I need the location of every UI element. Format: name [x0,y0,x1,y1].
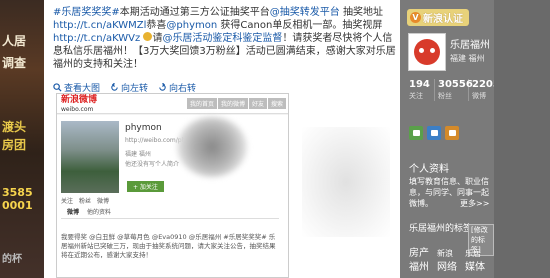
banner-phone-1: 3585 [2,186,33,199]
post-text-2: 抽奖地址 [339,7,383,18]
magnifier-icon [53,83,62,92]
tag-item[interactable]: 媒体 [465,262,485,274]
post-text-1: 本期活动通过第三方公证抽奖平台 [119,7,270,18]
verified-badge[interactable]: V 新浪认证 [407,9,469,26]
hashtag-link[interactable]: #乐居奖奖奖# [53,7,120,18]
stat-following[interactable]: 194 关注 [408,79,435,101]
embedded-screenshot-image[interactable]: 新浪微博 weibo.com 我的首页 我的微博 好友 搜索 phymon ht… [56,93,289,278]
profile-sidebar: V 新浪认证 乐居福州 福建 福州 194 关注 30556 粉丝 2205 微… [400,0,500,278]
embedded-nav-item: 搜索 [267,98,286,109]
embedded-follow-button: + 加关注 [127,181,164,192]
banner-phone-2: 0001 [2,199,33,212]
banner-text-1: 人居 [2,34,27,48]
weibo-logo-sub: weibo.com [61,106,94,113]
weibo-feed: #乐居奖奖奖#本期活动通过第三方公证抽奖平台@抽奖转发平台 抽奖地址 http:… [44,0,400,278]
page-background-right [494,0,550,278]
verified-v-icon: V [410,12,421,23]
embedded-count: 关注 [61,198,74,205]
embedded-description: 他还没有写个人简介 [125,161,180,168]
post-text-4: 获得Canon单反相机一部。抽奖视屏 [217,20,383,31]
profile-avatar[interactable] [408,33,446,71]
embedded-nav-item: 好友 [248,98,267,109]
video-link[interactable]: http://t.cn/aKWVz [53,33,140,44]
mention-phymon[interactable]: @phymon [166,20,217,31]
profile-location: 福建 福州 [450,54,485,63]
embedded-username: phymon [125,123,162,133]
stat-fans-label: 粉丝 [438,92,452,100]
banner-text-2: 调查 [2,56,27,70]
post-text-3: 恭喜 [146,20,167,31]
weibo-post-text: #乐居奖奖奖#本期活动通过第三方公证抽奖平台@抽奖转发平台 抽奖地址 http:… [53,6,397,71]
tags-list: 房产 新浪 乐居 福州 网络 媒体 [409,248,485,274]
embedded-nav-item: 我的首页 [186,98,217,109]
medal-green-icon[interactable] [409,126,423,140]
stat-fans-num: 30556 [438,79,473,90]
medal-orange-icon[interactable] [445,126,459,140]
user-photo [61,121,119,193]
banner-text-4: 房团 [2,138,27,152]
mention-supervision[interactable]: @乐居活动鉴定科鉴定监督 [162,33,282,44]
embedded-counts: 关注 粉丝 微博 [61,196,109,205]
rotate-left-icon [111,83,118,91]
lottery-link[interactable]: http://t.cn/aKWMZl [53,20,146,31]
verified-badge-label: 新浪认证 [423,14,463,25]
profile-name[interactable]: 乐居福州 [450,36,490,51]
embedded-tabs: 微博 他的资料 [61,207,279,219]
medal-icons [409,126,459,140]
tag-item[interactable]: 乐居 [465,248,485,260]
medal-blue-icon[interactable] [427,126,441,140]
tag-item[interactable]: 福州 [409,262,429,274]
post-text-5: 请 [152,33,163,44]
embedded-body: phymon http://weibo.com/phym 福建 福州 他还没有写… [57,115,288,277]
blurred-region [177,117,247,177]
blurred-area [302,127,390,237]
embedded-count: 粉丝 [79,198,92,205]
embedded-header: 新浪微博 weibo.com 我的首页 我的微博 好友 搜索 [57,94,288,114]
tag-item[interactable]: 网络 [437,262,457,274]
profile-stats: 194 关注 30556 粉丝 2205 微博 [408,79,500,101]
banner-text-7: 的杯 [2,254,22,265]
embedded-nav: 我的首页 我的微博 好友 搜索 [186,98,286,109]
stat-following-label: 关注 [409,92,423,100]
stat-following-num: 194 [409,79,430,90]
embedded-count: 微博 [97,198,110,205]
left-banner-ad[interactable]: 人居 调查 渡头 房团 3585 0001 的杯 [0,0,44,278]
weibo-logo: 新浪微博 weibo.com [61,96,97,114]
embedded-location: 福建 福州 [125,151,151,158]
rotate-right-icon [159,83,166,91]
banner-text-3: 渡头 [2,120,27,134]
stat-fans[interactable]: 30556 粉丝 [437,79,473,101]
screenshot-stage: 人居 调查 渡头 房团 3585 0001 的杯 #乐居奖奖奖#本期活动通过第三… [0,0,550,278]
tag-item[interactable]: 房产 [409,248,429,260]
mention-lottery-platform[interactable]: @抽奖转发平台 [270,7,340,18]
profile-section-heading: 个人资料 [409,164,449,175]
weibo-logo-text: 新浪微博 [61,95,98,105]
embedded-tab: 微博 [67,209,80,216]
avatar-face-icon [414,39,440,65]
embedded-tab: 他的资料 [87,209,112,216]
embedded-post: 我要得奖 @白丑鲜 @草莓月色 @Eva0910 @乐居福州 #乐居奖奖奖# 乐… [61,233,276,259]
embedded-nav-item: 我的微博 [217,98,248,109]
tag-item[interactable]: 新浪 [437,248,457,260]
more-link[interactable]: 更多>> [460,198,489,209]
